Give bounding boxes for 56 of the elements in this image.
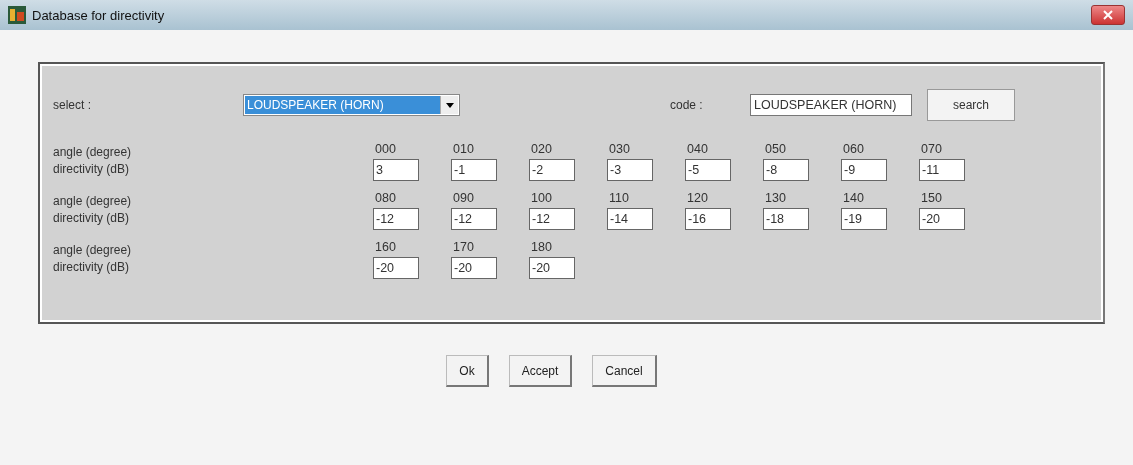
angle-label: angle (degree) xyxy=(53,145,133,159)
directivity-label: directivity (dB) xyxy=(53,260,130,274)
angle-value: 040 xyxy=(686,142,709,156)
angle-value: 110 xyxy=(608,191,630,205)
angle-value: 100 xyxy=(530,191,553,205)
close-button[interactable] xyxy=(1091,5,1125,25)
angle-value: 090 xyxy=(452,191,475,205)
close-icon xyxy=(1103,10,1113,20)
angle-value: 050 xyxy=(764,142,787,156)
angle-value: 140 xyxy=(842,191,865,205)
directivity-field[interactable]: -12 xyxy=(373,208,419,230)
directivity-field[interactable]: -12 xyxy=(529,208,575,230)
directivity-field[interactable]: -8 xyxy=(763,159,809,181)
code-label: code : xyxy=(670,98,704,112)
directivity-field[interactable]: -16 xyxy=(685,208,731,230)
app-logo-icon xyxy=(8,6,26,24)
angle-value: 120 xyxy=(686,191,709,205)
angle-label: angle (degree) xyxy=(53,243,133,257)
angle-value: 010 xyxy=(452,142,475,156)
angle-value: 000 xyxy=(374,142,397,156)
window-title: Database for directivity xyxy=(32,7,166,23)
directivity-label: directivity (dB) xyxy=(53,211,130,225)
directivity-field[interactable]: -20 xyxy=(451,257,497,279)
directivity-field[interactable]: -3 xyxy=(607,159,653,181)
code-field[interactable]: LOUDSPEAKER (HORN) xyxy=(750,94,912,116)
directivity-field[interactable]: -2 xyxy=(529,159,575,181)
dialog-button[interactable]: Cancel xyxy=(592,355,657,387)
select-label: select : xyxy=(53,98,92,112)
directivity-field[interactable]: -1 xyxy=(451,159,497,181)
dialog-button[interactable]: Ok xyxy=(446,355,489,387)
angle-value: 060 xyxy=(842,142,865,156)
search-button[interactable]: search xyxy=(927,89,1015,121)
directivity-field[interactable]: -9 xyxy=(841,159,887,181)
angle-value: 080 xyxy=(374,191,397,205)
directivity-field[interactable]: -20 xyxy=(529,257,575,279)
angle-value: 020 xyxy=(530,142,553,156)
directivity-field[interactable]: -18 xyxy=(763,208,809,230)
directivity-label: directivity (dB) xyxy=(53,162,130,176)
angle-value: 130 xyxy=(764,191,787,205)
directivity-field[interactable]: 3 xyxy=(373,159,419,181)
directivity-field[interactable]: -11 xyxy=(919,159,965,181)
directivity-field[interactable]: -14 xyxy=(607,208,653,230)
angle-value: 150 xyxy=(920,191,943,205)
angle-value: 180 xyxy=(530,240,553,254)
directivity-field[interactable]: -20 xyxy=(919,208,965,230)
dialog-button[interactable]: Accept xyxy=(508,355,573,387)
angle-value: 070 xyxy=(920,142,943,156)
directivity-field[interactable]: -5 xyxy=(685,159,731,181)
angle-value: 160 xyxy=(374,240,397,254)
directivity-field[interactable]: -20 xyxy=(373,257,419,279)
caret-icon xyxy=(445,102,454,108)
angle-label: angle (degree) xyxy=(53,194,133,208)
angle-value: 170 xyxy=(452,240,475,254)
directivity-field[interactable]: -12 xyxy=(451,208,497,230)
directivity-field[interactable]: -19 xyxy=(841,208,887,230)
angle-value: 030 xyxy=(608,142,631,156)
